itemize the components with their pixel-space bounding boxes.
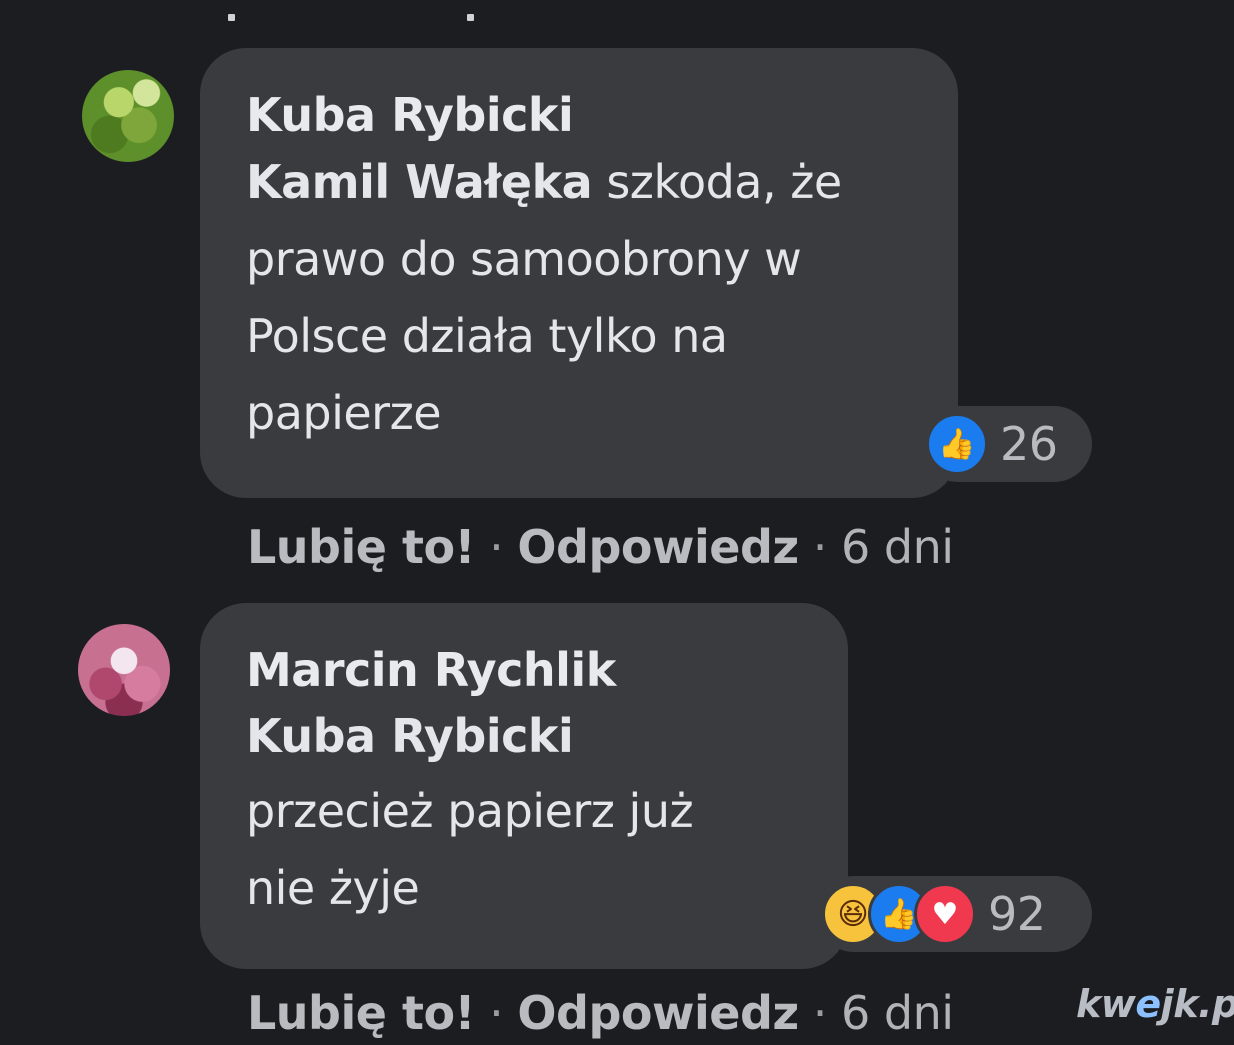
comment-text-line: szkoda, że	[592, 155, 842, 209]
comment-mention[interactable]: Kuba Rybicki	[246, 699, 804, 773]
timestamp[interactable]: 6 dni	[841, 986, 954, 1040]
reply-link[interactable]: Odpowiedz	[517, 986, 799, 1040]
separator: ·	[812, 986, 828, 1040]
comment-text-line: papierze	[246, 386, 442, 440]
comment-text-line: przecież papierz już	[246, 784, 694, 838]
comment-bubble-2: Marcin Rychlik Kuba Rybicki przecież pap…	[200, 603, 848, 969]
kwejk-watermark: kwejk.p	[1076, 982, 1234, 1026]
separator: ·	[812, 520, 828, 574]
comment-text-line: Polsce działa tylko na	[246, 309, 728, 363]
comment-text: Kuba Rybicki przecież papierz już nie ży…	[246, 699, 804, 927]
comment-text-line: nie żyje	[246, 861, 420, 915]
comment-actions-2: Lubię to! · Odpowiedz · 6 dni	[247, 986, 954, 1040]
reactions-badge-2[interactable]: 😆 👍 ♥ 92	[816, 876, 1092, 952]
comment-bubble-1: Kuba Rybicki Kamil Wałęka szkoda, że pra…	[200, 48, 958, 498]
comment-author[interactable]: Kuba Rybicki	[246, 86, 914, 144]
avatar-marcin-rychlik[interactable]	[78, 624, 170, 716]
reactions-badge-1[interactable]: 👍 26	[920, 406, 1092, 482]
separator: ·	[489, 520, 504, 574]
separator: ·	[489, 986, 504, 1040]
comment-text: Kamil Wałęka szkoda, że prawo do samoobr…	[246, 144, 914, 452]
timestamp[interactable]: 6 dni	[841, 520, 954, 574]
like-icon: 👍	[926, 413, 988, 475]
reaction-count: 92	[988, 887, 1046, 941]
comment-text-line: prawo do samoobrony w	[246, 232, 802, 286]
comment-actions-1: Lubię to! · Odpowiedz · 6 dni	[247, 520, 954, 574]
comment-mention[interactable]: Kamil Wałęka	[246, 155, 593, 209]
top-dot-left	[228, 14, 235, 21]
like-link[interactable]: Lubię to!	[247, 520, 476, 574]
top-dot-right	[467, 14, 474, 21]
like-link[interactable]: Lubię to!	[247, 986, 476, 1040]
love-icon: ♥	[914, 883, 976, 945]
comment-author[interactable]: Marcin Rychlik	[246, 641, 804, 699]
reaction-count: 26	[1000, 417, 1058, 471]
reply-link[interactable]: Odpowiedz	[517, 520, 799, 574]
avatar-kuba-rybicki[interactable]	[82, 70, 174, 162]
